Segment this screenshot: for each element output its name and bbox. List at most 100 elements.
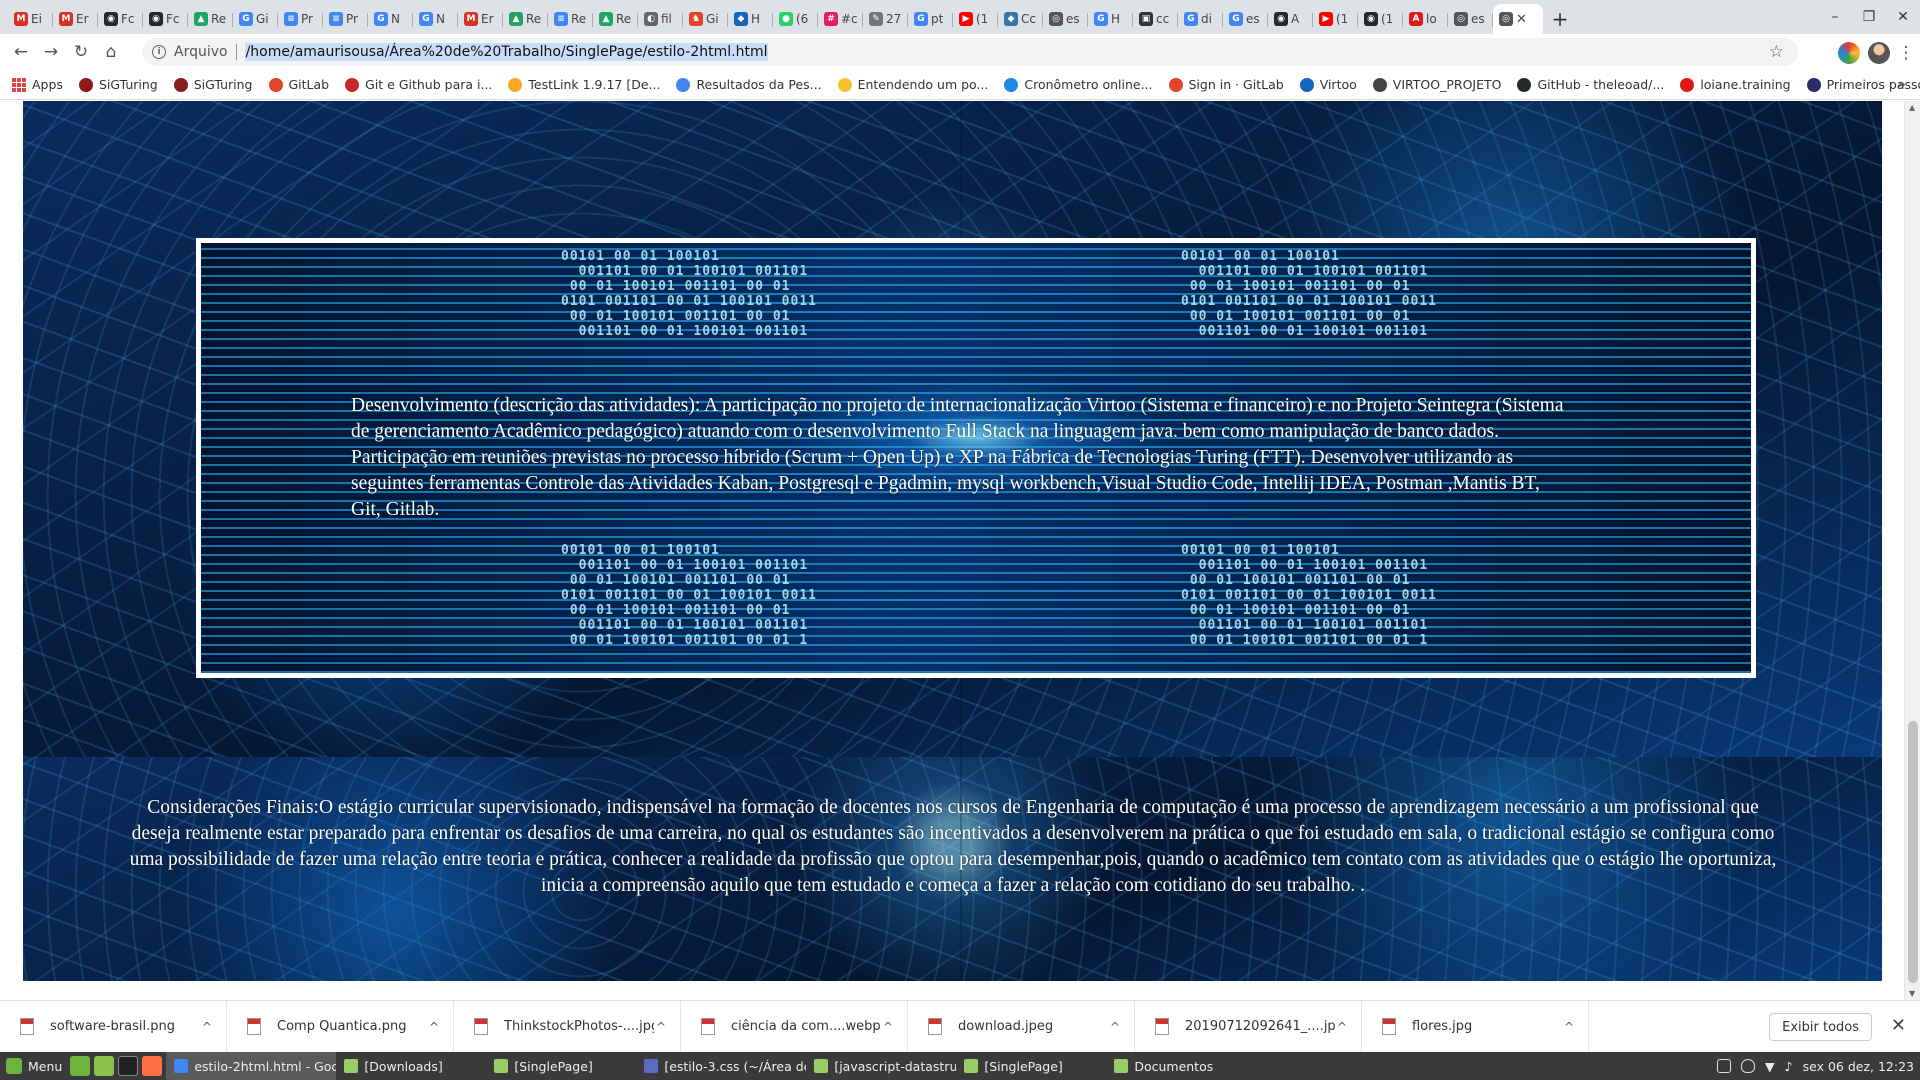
- browser-tab[interactable]: ▲ Re: [188, 4, 233, 34]
- download-item[interactable]: flores.jpg ^: [1362, 1000, 1589, 1053]
- download-options-icon[interactable]: ^: [883, 1020, 893, 1034]
- browser-tab[interactable]: ▣ cc: [1133, 4, 1178, 34]
- browser-tab[interactable]: Ges: [1223, 4, 1268, 34]
- browser-tab[interactable]: ≡ Re: [548, 4, 593, 34]
- bookmark-item[interactable]: GitLab: [268, 77, 329, 92]
- download-item[interactable]: ciência da com....webp ^: [681, 1000, 908, 1053]
- bookmark-item[interactable]: Resultados da Pes...: [676, 77, 822, 92]
- scroll-down-icon[interactable]: ▼: [1909, 989, 1915, 998]
- show-all-downloads-button[interactable]: Exibir todos: [1769, 1013, 1872, 1041]
- taskbar-window-button[interactable]: Documentos: [1106, 1052, 1256, 1080]
- forward-button[interactable]: →: [36, 37, 66, 67]
- scroll-up-icon[interactable]: ▲: [1909, 103, 1915, 112]
- bookmarks-overflow-icon[interactable]: »: [1897, 77, 1906, 93]
- files-launcher-icon[interactable]: [94, 1056, 115, 1076]
- home-button[interactable]: ⌂: [96, 37, 126, 67]
- browser-tab[interactable]: M Er: [53, 4, 98, 34]
- browser-tab[interactable]: # #c: [818, 4, 863, 34]
- back-button[interactable]: ←: [6, 37, 36, 67]
- download-options-icon[interactable]: ^: [656, 1020, 666, 1034]
- download-options-icon[interactable]: ^: [1564, 1020, 1574, 1034]
- taskbar-window-button[interactable]: [SinglePage]: [956, 1052, 1106, 1080]
- browser-tab[interactable]: ◆ Cc: [998, 4, 1043, 34]
- show-desktop-icon[interactable]: [70, 1056, 91, 1076]
- new-tab-button[interactable]: +: [1543, 4, 1577, 34]
- bookmark-item[interactable]: Virtoo: [1299, 77, 1357, 92]
- download-options-icon[interactable]: ^: [1110, 1020, 1120, 1034]
- browser-tab[interactable]: ▲ Re: [503, 4, 548, 34]
- bookmark-item[interactable]: SiGTuring: [78, 77, 158, 92]
- bookmark-star-icon[interactable]: ☆: [1769, 42, 1784, 62]
- browser-tab[interactable]: ◉ A: [1268, 4, 1313, 34]
- bookmark-item[interactable]: loiane.training: [1680, 77, 1791, 92]
- download-options-icon[interactable]: ^: [202, 1020, 212, 1034]
- browser-tab[interactable]: ≡ Pr: [278, 4, 323, 34]
- download-item[interactable]: 20190712092641_....jpg ^: [1135, 1000, 1362, 1053]
- browser-tab[interactable]: ◉ Fc: [98, 4, 143, 34]
- browser-tab[interactable]: ≡ Pr: [323, 4, 368, 34]
- bookmark-item[interactable]: Cronômetro online...: [1004, 77, 1153, 92]
- display-icon[interactable]: [1717, 1059, 1731, 1073]
- download-item[interactable]: software-brasil.png ^: [0, 1000, 227, 1053]
- browser-tab[interactable]: ♞ Gi: [683, 4, 728, 34]
- browser-tab[interactable]: ◆ H: [728, 4, 773, 34]
- wifi-icon[interactable]: ▼: [1765, 1059, 1775, 1074]
- scroll-thumb[interactable]: [1908, 721, 1918, 983]
- bookmark-item[interactable]: VIRTOO_PROJETO: [1372, 77, 1501, 92]
- volume-icon[interactable]: ♪: [1785, 1059, 1793, 1074]
- taskbar-window-button[interactable]: [SinglePage]: [486, 1052, 636, 1080]
- browser-tab[interactable]: ◉ (1: [1358, 4, 1403, 34]
- clock[interactable]: sex 06 dez, 12:23: [1803, 1059, 1914, 1074]
- address-bar[interactable]: i Arquivo /home/amaurisousa/Área%20de%20…: [142, 38, 1798, 66]
- download-item[interactable]: Comp Quantica.png ^: [227, 1000, 454, 1053]
- start-menu-button[interactable]: Menu: [0, 1052, 70, 1080]
- browser-tab[interactable]: ● (6: [773, 4, 818, 34]
- shield-icon[interactable]: [1741, 1059, 1755, 1073]
- browser-tab[interactable]: GH: [1088, 4, 1133, 34]
- reload-button[interactable]: ↻: [66, 37, 96, 67]
- browser-tab[interactable]: M Ei: [8, 4, 53, 34]
- browser-tab[interactable]: ◉ Fc: [143, 4, 188, 34]
- download-options-icon[interactable]: ^: [429, 1020, 439, 1034]
- bookmark-item[interactable]: SiGTuring: [173, 77, 253, 92]
- browser-tab[interactable]: G Gi: [233, 4, 278, 34]
- taskbar-window-button[interactable]: [javascript-datastructur...: [806, 1052, 956, 1080]
- browser-tab-active[interactable]: ◎ ✕: [1493, 4, 1543, 34]
- taskbar-window-button[interactable]: estilo-2html.html - Goo...: [166, 1052, 337, 1080]
- bookmark-item[interactable]: Entendendo um po...: [837, 77, 988, 92]
- page-scrollbar[interactable]: ▲ ▼: [1904, 101, 1920, 1000]
- browser-tab[interactable]: ✎ 27: [863, 4, 908, 34]
- browser-tab[interactable]: ◎ es: [1448, 4, 1493, 34]
- url-text[interactable]: /home/amaurisousa/Área%20de%20Trabalho/S…: [244, 43, 769, 61]
- browser-tab[interactable]: GN: [368, 4, 413, 34]
- browser-tab[interactable]: ▶ (1: [1313, 4, 1358, 34]
- download-item[interactable]: ThinkstockPhotos-....jpg ^: [454, 1000, 681, 1053]
- browser-tab[interactable]: Gpt: [908, 4, 953, 34]
- browser-tab[interactable]: GN: [413, 4, 458, 34]
- browser-tab[interactable]: ▲ Re: [593, 4, 638, 34]
- close-tab-icon[interactable]: ✕: [1516, 12, 1527, 27]
- minimize-button[interactable]: –: [1818, 0, 1852, 34]
- info-icon[interactable]: i: [152, 45, 166, 59]
- download-options-icon[interactable]: ^: [1337, 1020, 1347, 1034]
- bookmark-item[interactable]: GitHub - theleoad/...: [1517, 77, 1664, 92]
- bookmark-item[interactable]: TestLink 1.9.17 [De...: [508, 77, 660, 92]
- taskbar-window-button[interactable]: [estilo-3.css (~/Área de ...: [636, 1052, 806, 1080]
- browser-menu-icon[interactable]: ⋮: [1898, 38, 1915, 68]
- close-downloads-bar-icon[interactable]: ✕: [1891, 1015, 1906, 1036]
- browser-tab[interactable]: ◐ fil: [638, 4, 683, 34]
- bookmark-item[interactable]: Git e Github para i...: [345, 77, 492, 92]
- browser-tab[interactable]: Gdi: [1178, 4, 1223, 34]
- browser-tab[interactable]: ▶ (1: [953, 4, 998, 34]
- browser-tab[interactable]: Alo: [1403, 4, 1448, 34]
- apps-shortcut[interactable]: Apps: [12, 77, 63, 92]
- taskbar-window-button[interactable]: [Downloads]: [336, 1052, 486, 1080]
- terminal-launcher-icon[interactable]: [118, 1056, 139, 1076]
- download-item[interactable]: download.jpeg ^: [908, 1000, 1135, 1053]
- extension-icon[interactable]: [1838, 42, 1860, 64]
- profile-avatar[interactable]: [1868, 42, 1890, 64]
- firefox-launcher-icon[interactable]: [142, 1056, 163, 1076]
- browser-tab[interactable]: ◎ es: [1043, 4, 1088, 34]
- bookmark-item[interactable]: Sign in · GitLab: [1168, 77, 1284, 92]
- browser-tab[interactable]: M Er: [458, 4, 503, 34]
